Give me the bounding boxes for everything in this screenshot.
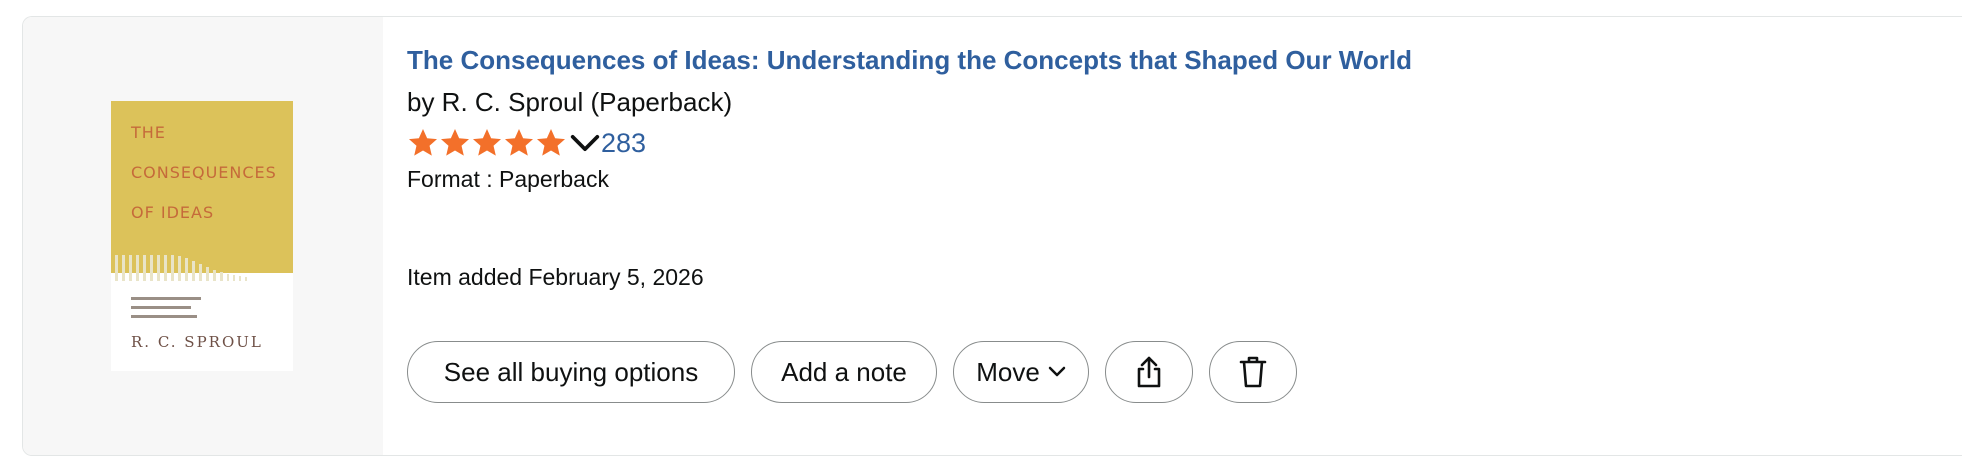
rating-count-link[interactable]: 283 [601,128,646,159]
item-format: Format : Paperback [407,166,609,192]
trash-icon [1239,356,1267,388]
cover-title-line-1: THE [131,123,166,142]
add-note-label: Add a note [781,356,907,387]
share-button[interactable] [1105,341,1193,403]
cover-subtitle-lines [131,297,211,324]
item-actions: See all buying options Add a note Move [407,340,1313,404]
cover-title-line-3: OF IDEAS [131,203,215,222]
cover-author-text: R. C. SPROUL [131,333,263,351]
cover-stripes-art [115,255,247,281]
see-all-buying-options-label: See all buying options [443,356,699,387]
star-icon [473,129,501,156]
star-icon [409,129,437,156]
rating-row: 283 [407,125,646,161]
star-icon [537,129,565,156]
product-image-panel[interactable]: THE CONSEQUENCES OF IDEAS R. C. SPROUL [23,17,383,455]
star-rating[interactable] [407,127,601,159]
add-note-button[interactable]: Add a note [751,341,937,403]
star-icon [441,129,469,156]
item-added-date: Item added February 5, 2026 [407,264,704,290]
move-label: Move [976,356,1040,387]
book-cover-image[interactable]: THE CONSEQUENCES OF IDEAS R. C. SPROUL [111,101,293,371]
wishlist-item-card: THE CONSEQUENCES OF IDEAS R. C. SPROUL T… [22,16,1962,456]
share-icon [1137,356,1161,388]
cover-color-block: THE CONSEQUENCES OF IDEAS [111,101,293,273]
cover-title-line-2: CONSEQUENCES [131,163,277,182]
delete-button[interactable] [1209,341,1297,403]
star-icon [505,129,533,156]
item-byline: by R. C. Sproul (Paperback) [407,87,733,117]
item-title-link[interactable]: The Consequences of Ideas: Understanding… [407,45,1412,76]
chevron-down-icon[interactable] [569,127,601,159]
see-all-buying-options-button[interactable]: See all buying options [407,341,735,403]
chevron-down-icon [1048,366,1066,377]
move-dropdown-button[interactable]: Move [953,341,1089,403]
item-details: The Consequences of Ideas: Understanding… [407,17,1962,455]
